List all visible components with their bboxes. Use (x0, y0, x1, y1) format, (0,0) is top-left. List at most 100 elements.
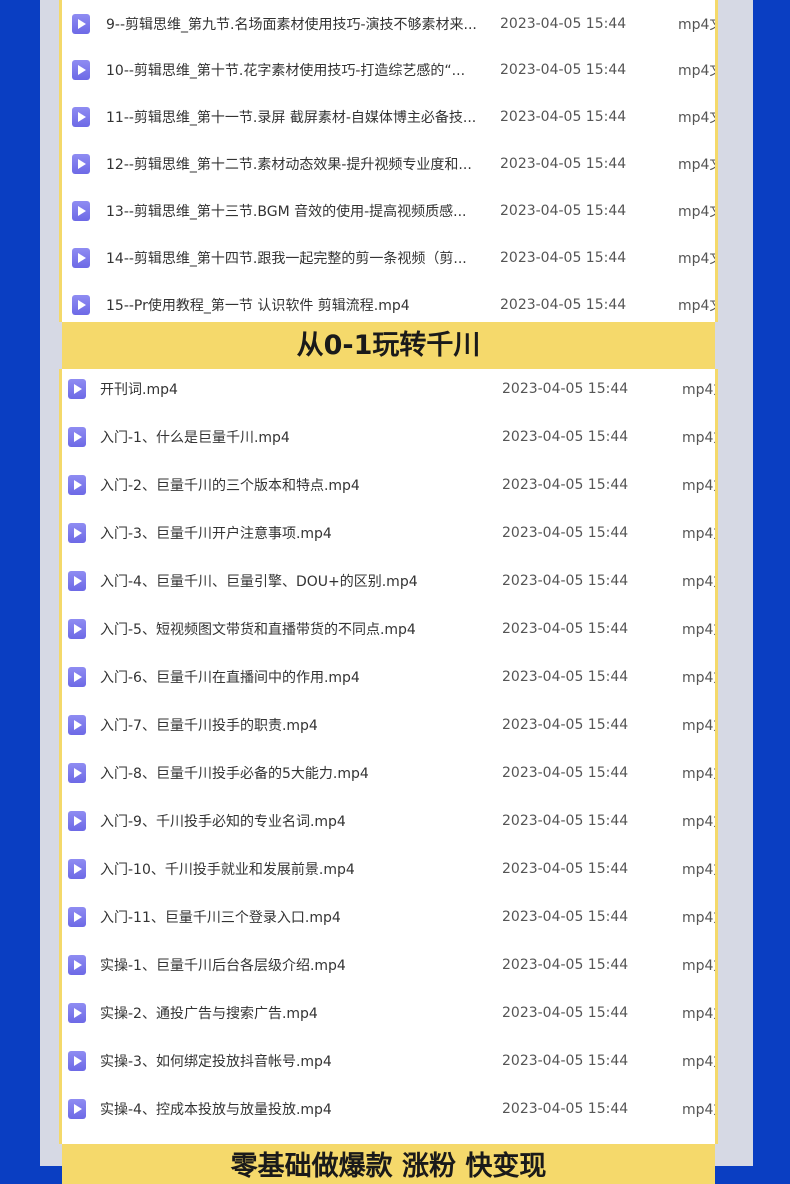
video-file-icon (68, 907, 86, 927)
file-list-section-1: 9--剪辑思维_第九节.名场面素材使用技巧-演技不够素材来... 2023-04… (59, 0, 718, 322)
file-date: 2023-04-05 15:44 (502, 1053, 629, 1069)
file-type: mp4文 (678, 297, 715, 314)
file-date: 2023-04-05 15:44 (502, 669, 629, 685)
file-name: 12--剪辑思维_第十二节.素材动态效果-提升视频专业度和... (106, 156, 472, 173)
file-date: 2023-04-05 15:44 (500, 249, 627, 266)
file-row[interactable]: 入门-1、什么是巨量千川.mp4 2023-04-05 15:44 mp4文 (62, 413, 715, 461)
video-file-icon (68, 1051, 86, 1071)
file-row[interactable]: 入门-6、巨量千川在直播间中的作用.mp4 2023-04-05 15:44 m… (62, 653, 715, 701)
video-file-icon (68, 571, 86, 591)
file-name: 入门-8、巨量千川投手必备的5大能力.mp4 (100, 766, 369, 782)
video-file-icon (68, 811, 86, 831)
file-row[interactable]: 15--Pr使用教程_第一节 认识软件 剪辑流程.mp4 2023-04-05 … (62, 281, 715, 322)
file-name: 实操-3、如何绑定投放抖音帐号.mp4 (100, 1054, 332, 1070)
file-date: 2023-04-05 15:44 (500, 296, 627, 313)
video-file-icon (68, 715, 86, 735)
file-name: 13--剪辑思维_第十三节.BGM 音效的使用-提高视频质感... (106, 203, 467, 220)
file-type: mp4文 (682, 1102, 715, 1118)
file-row[interactable]: 入门-3、巨量千川开户注意事项.mp4 2023-04-05 15:44 mp4… (62, 509, 715, 557)
section-banner-title: 从0-1玩转千川 (62, 322, 715, 369)
file-row[interactable]: 实操-4、控成本投放与放量投放.mp4 2023-04-05 15:44 mp4… (62, 1085, 715, 1133)
file-name: 实操-2、通投广告与搜索广告.mp4 (100, 1006, 318, 1022)
video-file-icon (68, 763, 86, 783)
file-date: 2023-04-05 15:44 (500, 155, 627, 172)
file-name: 9--剪辑思维_第九节.名场面素材使用技巧-演技不够素材来... (106, 16, 477, 33)
file-date: 2023-04-05 15:44 (502, 621, 629, 637)
video-file-icon (68, 955, 86, 975)
file-row[interactable]: 入门-10、千川投手就业和发展前景.mp4 2023-04-05 15:44 m… (62, 845, 715, 893)
file-date: 2023-04-05 15:44 (502, 1005, 629, 1021)
file-row[interactable]: 开刊词.mp4 2023-04-05 15:44 mp4文 (62, 369, 715, 413)
file-type: mp4文 (682, 622, 715, 638)
file-name: 入门-10、千川投手就业和发展前景.mp4 (100, 862, 355, 878)
file-name: 11--剪辑思维_第十一节.录屏 截屏素材-自媒体博主必备技... (106, 109, 477, 126)
file-row[interactable]: 实操-2、通投广告与搜索广告.mp4 2023-04-05 15:44 mp4文 (62, 989, 715, 1037)
file-name: 入门-7、巨量千川投手的职责.mp4 (100, 718, 318, 734)
file-type: mp4文 (682, 814, 715, 830)
file-name: 开刊词.mp4 (100, 382, 178, 398)
file-row[interactable]: 12--剪辑思维_第十二节.素材动态效果-提升视频专业度和... 2023-04… (62, 140, 715, 187)
file-row[interactable]: 10--剪辑思维_第十节.花字素材使用技巧-打造综艺感的“... 2023-04… (62, 46, 715, 93)
video-file-icon (68, 379, 86, 399)
file-date: 2023-04-05 15:44 (502, 477, 629, 493)
file-row[interactable]: 入门-2、巨量千川的三个版本和特点.mp4 2023-04-05 15:44 m… (62, 461, 715, 509)
video-file-icon (68, 1099, 86, 1119)
file-row[interactable]: 入门-11、巨量千川三个登录入口.mp4 2023-04-05 15:44 mp… (62, 893, 715, 941)
file-type: mp4文 (682, 478, 715, 494)
file-date: 2023-04-05 15:44 (500, 202, 627, 219)
file-type: mp4文 (682, 910, 715, 926)
file-type: mp4文 (678, 109, 715, 126)
file-row[interactable]: 入门-5、短视频图文带货和直播带货的不同点.mp4 2023-04-05 15:… (62, 605, 715, 653)
file-name: 14--剪辑思维_第十四节.跟我一起完整的剪一条视频（剪... (106, 250, 467, 267)
video-file-icon (68, 475, 86, 495)
file-row[interactable]: 13--剪辑思维_第十三节.BGM 音效的使用-提高视频质感... 2023-0… (62, 187, 715, 234)
file-name: 入门-6、巨量千川在直播间中的作用.mp4 (100, 670, 360, 686)
file-row[interactable]: 入门-4、巨量千川、巨量引擎、DOU+的区别.mp4 2023-04-05 15… (62, 557, 715, 605)
file-name: 入门-3、巨量千川开户注意事项.mp4 (100, 526, 332, 542)
file-date: 2023-04-05 15:44 (502, 957, 629, 973)
file-type: mp4文 (682, 766, 715, 782)
video-file-icon (72, 59, 90, 80)
file-type: mp4文 (682, 526, 715, 542)
file-type: mp4文 (682, 430, 715, 446)
file-type: mp4文 (682, 1054, 715, 1070)
video-file-icon (68, 667, 86, 687)
file-type: mp4文 (682, 382, 715, 398)
file-date: 2023-04-05 15:44 (502, 525, 629, 541)
video-file-icon (68, 1003, 86, 1023)
file-type: mp4文 (682, 718, 715, 734)
file-type: mp4文 (678, 62, 715, 79)
file-row[interactable]: 入门-9、千川投手必知的专业名词.mp4 2023-04-05 15:44 mp… (62, 797, 715, 845)
file-row[interactable]: 实操-3、如何绑定投放抖音帐号.mp4 2023-04-05 15:44 mp4… (62, 1037, 715, 1085)
file-type: mp4文 (678, 250, 715, 267)
video-file-icon (68, 523, 86, 543)
file-date: 2023-04-05 15:44 (502, 861, 629, 877)
file-row[interactable]: 入门-7、巨量千川投手的职责.mp4 2023-04-05 15:44 mp4文 (62, 701, 715, 749)
file-type: mp4文 (678, 16, 715, 33)
file-type: mp4文 (678, 203, 715, 220)
file-name: 入门-9、千川投手必知的专业名词.mp4 (100, 814, 346, 830)
file-date: 2023-04-05 15:44 (502, 429, 629, 445)
file-row[interactable]: 9--剪辑思维_第九节.名场面素材使用技巧-演技不够素材来... 2023-04… (62, 0, 715, 47)
file-name: 实操-4、控成本投放与放量投放.mp4 (100, 1102, 332, 1118)
file-type: mp4文 (682, 862, 715, 878)
file-name: 入门-4、巨量千川、巨量引擎、DOU+的区别.mp4 (100, 574, 418, 590)
video-file-icon (68, 619, 86, 639)
video-file-icon (72, 106, 90, 127)
file-date: 2023-04-05 15:44 (502, 573, 629, 589)
file-row[interactable]: 11--剪辑思维_第十一节.录屏 截屏素材-自媒体博主必备技... 2023-0… (62, 93, 715, 140)
file-row[interactable]: 14--剪辑思维_第十四节.跟我一起完整的剪一条视频（剪... 2023-04-… (62, 234, 715, 281)
file-row[interactable]: 实操-1、巨量千川后台各层级介绍.mp4 2023-04-05 15:44 mp… (62, 941, 715, 989)
video-file-icon (68, 427, 86, 447)
section-banner-title: 零基础做爆款 涨粉 快变现 (62, 1144, 715, 1184)
file-type: mp4文 (682, 670, 715, 686)
file-date: 2023-04-05 15:44 (502, 813, 629, 829)
file-name: 实操-1、巨量千川后台各层级介绍.mp4 (100, 958, 346, 974)
video-file-icon (72, 153, 90, 174)
file-date: 2023-04-05 15:44 (502, 717, 629, 733)
file-name: 入门-5、短视频图文带货和直播带货的不同点.mp4 (100, 622, 416, 638)
file-name: 10--剪辑思维_第十节.花字素材使用技巧-打造综艺感的“... (106, 62, 466, 79)
video-file-icon (72, 294, 90, 315)
file-row[interactable]: 入门-8、巨量千川投手必备的5大能力.mp4 2023-04-05 15:44 … (62, 749, 715, 797)
file-date: 2023-04-05 15:44 (500, 15, 627, 32)
